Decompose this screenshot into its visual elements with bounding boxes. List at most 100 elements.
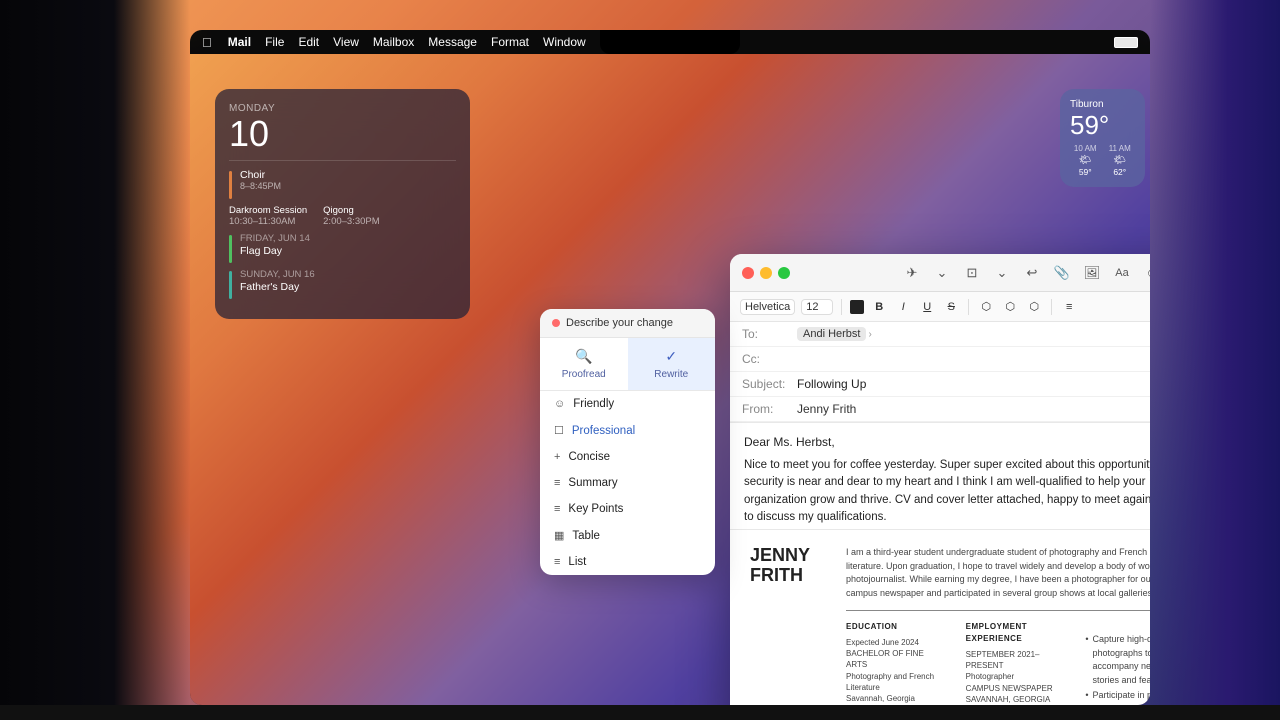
friendly-icon: ☺ — [554, 398, 565, 410]
mail-body[interactable]: Dear Ms. Herbst, Nice to meet you for co… — [730, 423, 1150, 533]
macbook-frame:  Mail File Edit View Mailbox Message Fo… — [190, 30, 1150, 705]
send-chevron-icon[interactable]: ⌄ — [931, 262, 953, 284]
weather-temp: 59° — [1070, 112, 1135, 138]
right-bezel — [1150, 0, 1280, 720]
cv-bio-section: I am a third-year student undergraduate … — [846, 546, 1150, 705]
calendar-event-flagday: FRIDAY, JUN 14 Flag Day — [229, 233, 456, 263]
rewrite-label: Rewrite — [654, 369, 688, 380]
menubar-edit[interactable]: Edit — [298, 35, 319, 49]
ai-proofread-button[interactable]: 🔍 Proofread — [540, 338, 628, 390]
color-picker[interactable] — [850, 300, 864, 314]
maximize-button[interactable] — [778, 267, 790, 279]
underline-button[interactable]: U — [918, 298, 936, 316]
menubar-message[interactable]: Message — [428, 35, 477, 49]
view-icon[interactable]: ⊡ — [961, 262, 983, 284]
menubar-view[interactable]: View — [333, 35, 359, 49]
menubar-file[interactable]: File — [265, 35, 284, 49]
mail-greeting: Dear Ms. Herbst, — [744, 433, 1150, 451]
format-divider-1 — [841, 299, 842, 315]
mail-to-field: To: Andi Herbst › — [730, 322, 1150, 347]
mail-compose-window: ✈ ⌄ ⊡ ⌄ ↩ 📎 🖼 Aa ☺ ⊞ Helvetica 12 B — [730, 254, 1150, 705]
calendar-event-name-choir: Choir — [240, 169, 281, 181]
cc-label: Cc: — [742, 352, 797, 366]
ai-menu-concise[interactable]: + Concise — [540, 444, 715, 470]
attach-icon[interactable]: 📎 — [1051, 262, 1073, 284]
subject-value: Following Up — [797, 377, 866, 391]
summary-icon: ≡ — [554, 477, 560, 489]
indent-button[interactable]: ≡ — [1060, 298, 1078, 316]
mail-attachment-cv: JENNYFRITH I am a third-year student und… — [730, 529, 1150, 705]
window-toolbar: ✈ ⌄ ⊡ ⌄ ↩ 📎 🖼 Aa ☺ ⊞ — [901, 262, 1150, 284]
table-icon: ▦ — [554, 529, 564, 542]
menubar-mail[interactable]: Mail — [228, 35, 251, 49]
ai-popup-title: Describe your change — [566, 317, 673, 329]
strikethrough-button[interactable]: S — [942, 298, 960, 316]
weather-icon-11am: 🌤 — [1105, 155, 1136, 166]
proofread-icon: 🔍 — [575, 348, 592, 365]
rewrite-icon: ✓ — [665, 348, 677, 365]
ai-popup-header: Describe your change — [540, 309, 715, 338]
calendar-date: 10 — [229, 116, 456, 152]
bottom-bezel — [0, 705, 1280, 720]
italic-button[interactable]: I — [894, 298, 912, 316]
wallpaper: Monday 10 Choir 8–8:45PM Darkroom Sessio… — [190, 54, 1150, 705]
weather-hour-10am: 10 AM 🌤 59° — [1070, 144, 1101, 177]
calendar-event-name-flagday: Flag Day — [240, 245, 310, 257]
calendar-event-choir: Choir 8–8:45PM — [229, 169, 456, 199]
font-icon[interactable]: Aa — [1111, 262, 1133, 284]
align-left-button[interactable]: ⬡ — [977, 298, 995, 316]
left-bezel — [0, 0, 190, 720]
calendar-event-qigong: Qigong 2:00–3:30PM — [323, 205, 380, 227]
weather-icon-10am: 🌤 — [1070, 155, 1101, 166]
ai-menu-list[interactable]: ≡ List — [540, 549, 715, 575]
professional-icon: ☐ — [554, 424, 564, 437]
calendar-widget: Monday 10 Choir 8–8:45PM Darkroom Sessio… — [215, 89, 470, 319]
cv-education-section: EDUCATION Expected June 2024BACHELOR OF … — [846, 621, 946, 705]
menubar-format[interactable]: Format — [491, 35, 529, 49]
window-chrome: ✈ ⌄ ⊡ ⌄ ↩ 📎 🖼 Aa ☺ ⊞ — [730, 254, 1150, 292]
font-size-select[interactable]: 12 — [801, 299, 833, 315]
mail-cc-field: Cc: — [730, 347, 1150, 372]
photo-icon[interactable]: 🖼 — [1081, 262, 1103, 284]
battery-icon — [1114, 37, 1138, 48]
close-button[interactable] — [742, 267, 754, 279]
calendar-divider — [229, 160, 456, 161]
menubar-window[interactable]: Window — [543, 35, 586, 49]
ai-menu-keypoints[interactable]: ≡ Key Points — [540, 496, 715, 522]
send-icon[interactable]: ✈ — [901, 262, 923, 284]
ai-menu-summary[interactable]: ≡ Summary — [540, 470, 715, 496]
format-divider-2 — [968, 299, 969, 315]
cv-bullet-1: Capture high-quality photographs to acco… — [1085, 633, 1150, 687]
subject-label: Subject: — [742, 377, 797, 391]
ai-rewrite-button[interactable]: ✓ Rewrite — [628, 338, 716, 390]
calendar-event-date-flagday: FRIDAY, JUN 14 — [240, 233, 310, 244]
apple-menu[interactable]:  — [202, 35, 212, 50]
from-value: Jenny Frith — [797, 402, 856, 416]
mail-format-bar: Helvetica 12 B I U S ⬡ ⬡ ⬡ ≡ — [730, 292, 1150, 322]
cv-bullet-2: Participate in planning sessions with ed… — [1085, 689, 1150, 705]
font-select[interactable]: Helvetica — [740, 299, 795, 315]
mail-from-field: From: Jenny Frith — [730, 397, 1150, 422]
recipient-tag[interactable]: Andi Herbst — [797, 327, 866, 341]
ai-menu-professional[interactable]: ☐ Professional — [540, 417, 715, 444]
concise-icon: + — [554, 451, 560, 463]
emoji-icon[interactable]: ☺ — [1141, 262, 1150, 284]
cv-name: JENNYFRITH — [750, 546, 830, 586]
align-right-button[interactable]: ⬡ — [1025, 298, 1043, 316]
undo-icon[interactable]: ↩ — [1021, 262, 1043, 284]
mail-paragraph: Nice to meet you for coffee yesterday. S… — [744, 457, 1150, 526]
ai-menu-table[interactable]: ▦ Table — [540, 522, 715, 549]
recipient-expand-icon[interactable]: › — [868, 329, 871, 340]
view-chevron-icon[interactable]: ⌄ — [991, 262, 1013, 284]
mail-fields: To: Andi Herbst › Cc: Subject: Following… — [730, 322, 1150, 423]
proofread-label: Proofread — [562, 369, 606, 380]
bold-button[interactable]: B — [870, 298, 888, 316]
minimize-button[interactable] — [760, 267, 772, 279]
menubar-right — [1114, 37, 1138, 48]
align-center-button[interactable]: ⬡ — [1001, 298, 1019, 316]
cv-sections: EDUCATION Expected June 2024BACHELOR OF … — [846, 621, 1150, 705]
cv-employment-section: EMPLOYMENT EXPERIENCE SEPTEMBER 2021–PRE… — [966, 621, 1066, 705]
mail-subject-field[interactable]: Subject: Following Up — [730, 372, 1150, 397]
ai-menu-friendly[interactable]: ☺ Friendly — [540, 391, 715, 417]
menubar-mailbox[interactable]: Mailbox — [373, 35, 414, 49]
